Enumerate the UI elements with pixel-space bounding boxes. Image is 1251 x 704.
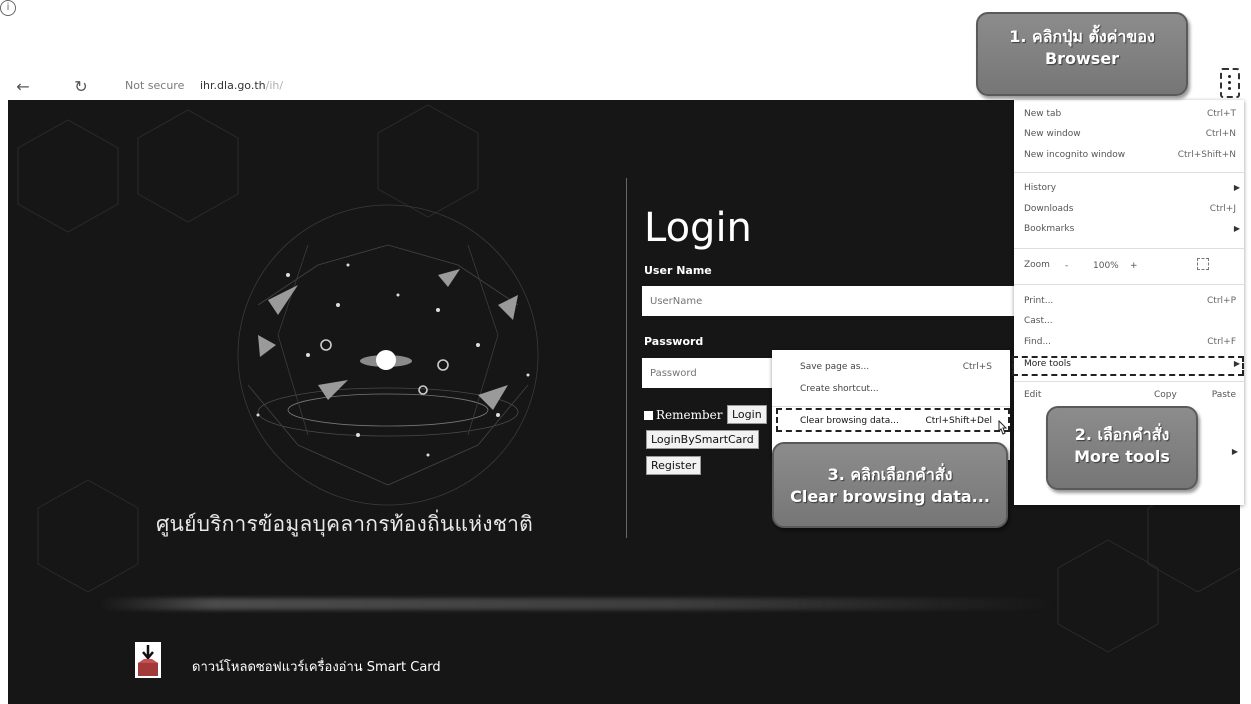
kebab-menu-icon: [1220, 68, 1240, 98]
callout-step-2: 2. เลือกคำสั่ง More tools: [1046, 406, 1198, 490]
menu-separator: [1014, 381, 1244, 382]
login-button[interactable]: Login: [727, 405, 767, 424]
submenu-arrow-icon: ▶: [1231, 447, 1238, 456]
callout-step-3-line1: 3. คลิกเลือกคำสั่ง: [827, 465, 953, 484]
url-host: ihr.dla.go.th: [200, 79, 266, 92]
security-label[interactable]: Not secure: [125, 79, 184, 92]
submenu-item-create-shortcut[interactable]: Create shortcut...: [800, 384, 1000, 397]
menu-separator: [772, 406, 1010, 407]
download-icon[interactable]: [134, 641, 162, 679]
callout-step-1-line1: 1. คลิกปุ่ม ตั้งค่าของ: [1009, 27, 1155, 46]
remember-checkbox[interactable]: Remember: [644, 408, 723, 422]
submenu-arrow-icon: ▶: [1233, 224, 1240, 233]
callout-step-3: 3. คลิกเลือกคำสั่ง Clear browsing data..…: [772, 442, 1008, 528]
callout-step-2-line2: More tools: [1074, 446, 1170, 466]
mouse-pointer-icon: [998, 420, 1008, 435]
zoom-level: 100%: [1093, 261, 1119, 271]
download-smartcard-link[interactable]: ดาวน์โหลดซอฟแวร์เครื่องอ่าน Smart Card: [192, 656, 441, 677]
back-arrow-icon[interactable]: ←: [12, 76, 34, 98]
callout-step-3-line2: Clear browsing data...: [790, 486, 990, 506]
copy-button[interactable]: Copy: [1154, 390, 1177, 400]
menu-separator: [1014, 248, 1244, 249]
submenu-arrow-icon: ▶: [1233, 183, 1240, 192]
network-sphere-illustration: [237, 204, 539, 506]
password-input[interactable]: [642, 358, 782, 388]
menu-item-print[interactable]: Print... Ctrl+P: [1024, 296, 1236, 310]
reload-icon[interactable]: ↻: [70, 76, 92, 98]
menu-item-new-incognito-window[interactable]: New incognito window Ctrl+Shift+N: [1024, 150, 1236, 164]
paste-button[interactable]: Paste: [1212, 390, 1236, 400]
username-input[interactable]: [642, 286, 1014, 316]
callout-step-1-line2: Browser: [1044, 48, 1120, 68]
username-label: User Name: [644, 264, 712, 277]
vertical-divider: [626, 178, 627, 538]
zoom-in-button[interactable]: +: [1130, 261, 1138, 271]
menu-separator: [1014, 172, 1244, 173]
browser-menu-button[interactable]: [1214, 66, 1242, 98]
zoom-out-button[interactable]: -: [1065, 261, 1068, 271]
menu-item-find[interactable]: Find... Ctrl+F: [1024, 337, 1236, 351]
menu-separator: [1014, 284, 1244, 285]
menu-item-history[interactable]: History ▶: [1024, 183, 1240, 197]
login-smartcard-button[interactable]: LoginBySmartCard: [646, 430, 759, 449]
login-heading: Login: [644, 205, 752, 251]
menu-item-cast[interactable]: Cast...: [1024, 316, 1236, 330]
fullscreen-icon[interactable]: [1197, 258, 1209, 270]
menu-item-edit: Edit Copy Paste: [1024, 390, 1236, 400]
callout-step-1: 1. คลิกปุ่ม ตั้งค่าของ Browser: [976, 12, 1188, 96]
blurred-text-strip: [98, 598, 1058, 610]
info-icon[interactable]: i: [0, 0, 16, 16]
site-tagline: ศูนย์บริการข้อมูลบุคลากรท้องถิ่นแห่งชาติ: [156, 512, 533, 536]
checkbox-icon: [644, 411, 653, 420]
more-tools-highlight: [1012, 356, 1244, 376]
submenu-item-save-page[interactable]: Save page as... Ctrl+S: [800, 362, 1000, 375]
menu-item-new-tab[interactable]: New tab Ctrl+T: [1024, 109, 1236, 123]
url-path: /ih/: [265, 79, 284, 92]
menu-item-bookmarks[interactable]: Bookmarks ▶: [1024, 224, 1240, 238]
callout-step-2-line1: 2. เลือกคำสั่ง: [1074, 425, 1170, 444]
register-button[interactable]: Register: [646, 456, 702, 475]
menu-item-new-window[interactable]: New window Ctrl+N: [1024, 129, 1236, 143]
remember-label: Remember: [656, 408, 723, 422]
password-label: Password: [644, 335, 704, 348]
menu-item-downloads[interactable]: Downloads Ctrl+J: [1024, 204, 1236, 218]
url-text[interactable]: ihr.dla.go.th/ih/: [200, 79, 283, 92]
clear-browsing-data-highlight: [776, 408, 1010, 432]
